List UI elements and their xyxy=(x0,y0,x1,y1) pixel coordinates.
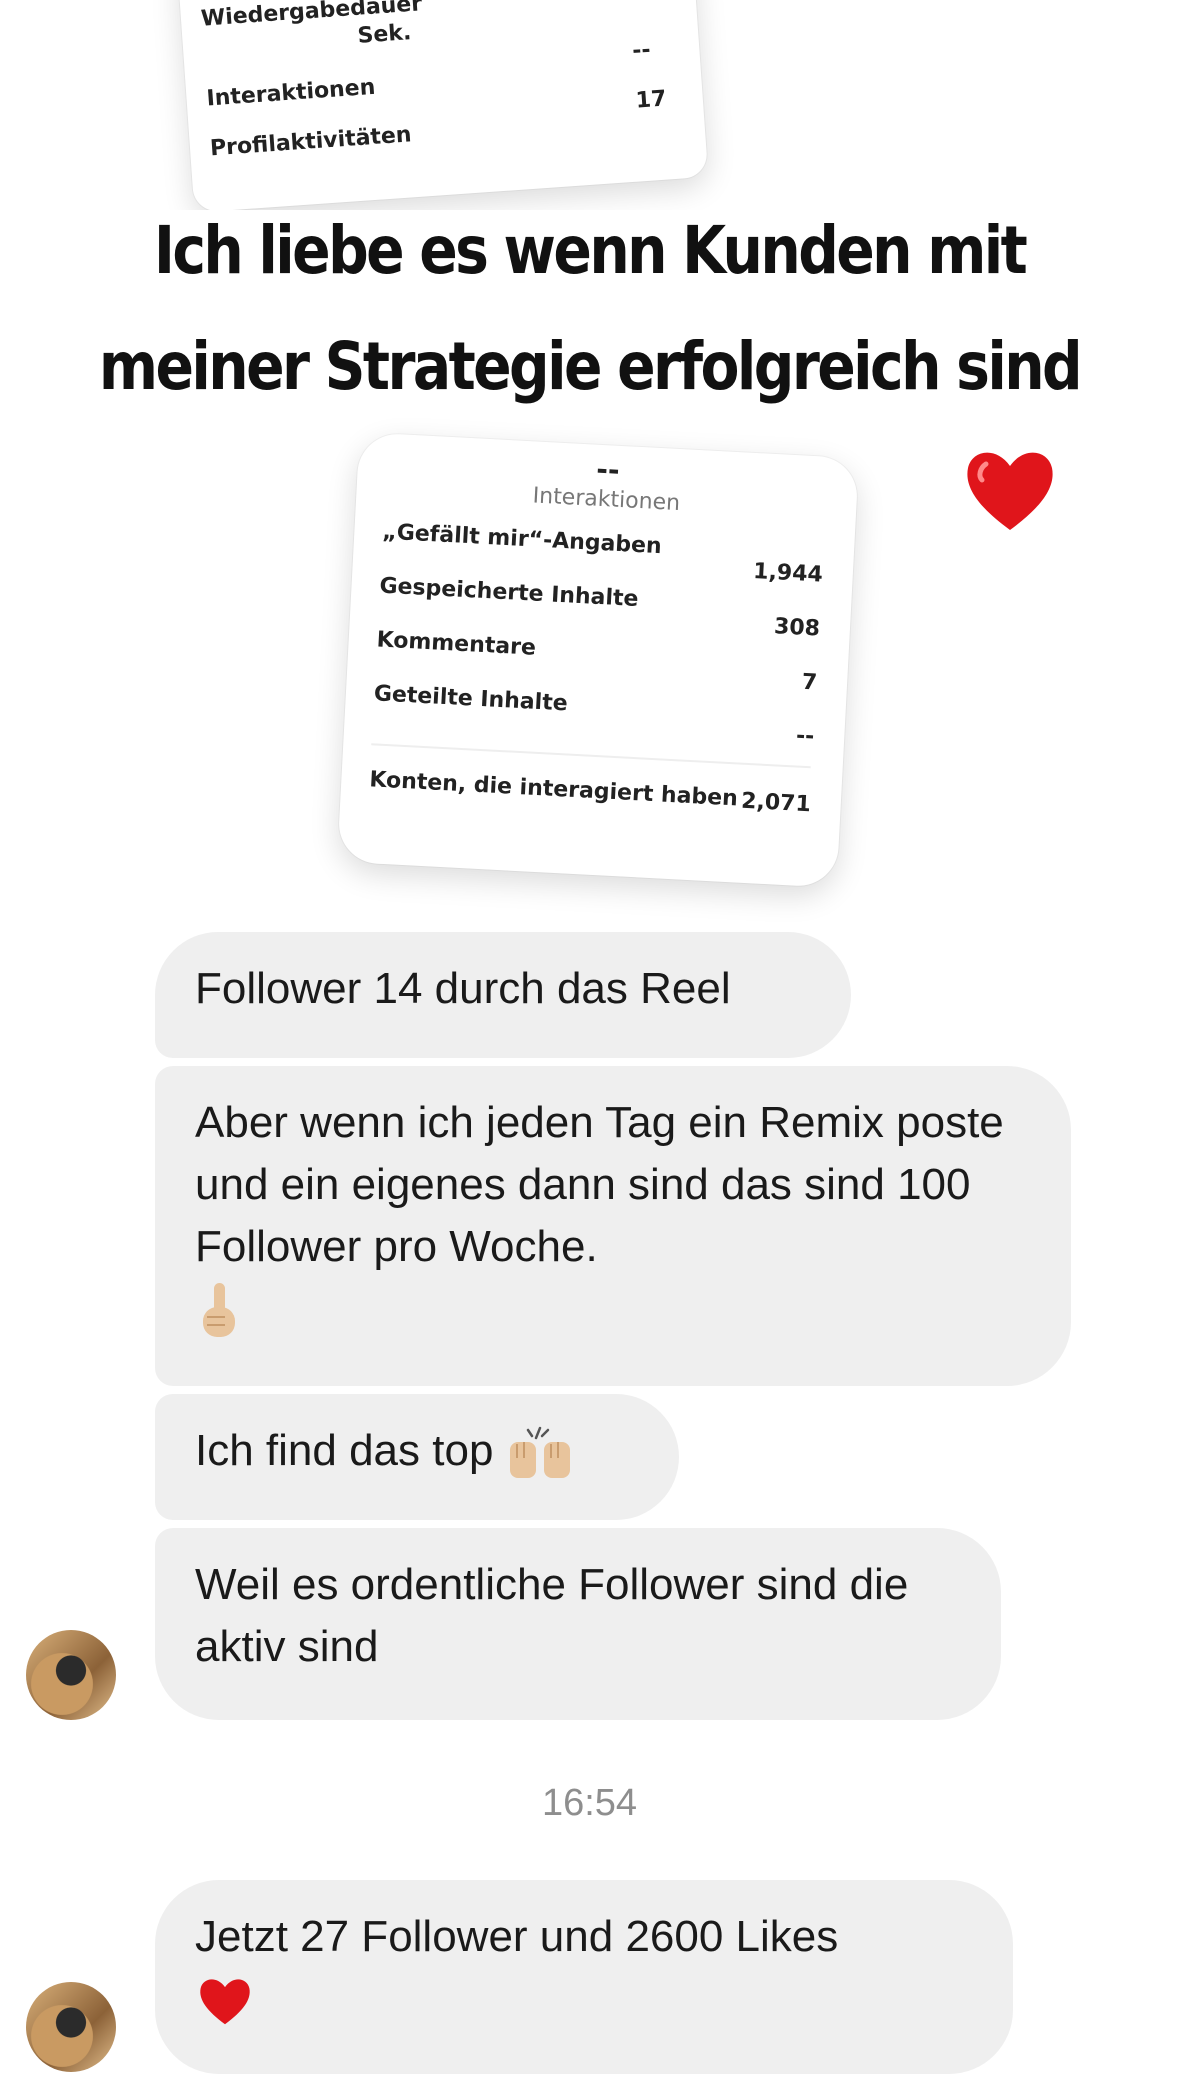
stats-row-label: Profilaktivitäten xyxy=(209,122,413,162)
pointing-up-emoji xyxy=(203,1283,235,1338)
stats-row-value: 17 xyxy=(634,86,668,114)
message-text: Follower 14 durch das Reel xyxy=(195,964,731,1013)
stats-row-value: Sek. xyxy=(356,20,413,49)
stats-row-label: Kommentare xyxy=(376,627,537,661)
message-bubble[interactable]: Aber wenn ich jeden Tag ein Remix poste … xyxy=(155,1066,1071,1386)
message-text: Jetzt 27 Follower und 2600 Likes xyxy=(195,1912,839,1961)
stats-row-value: 308 xyxy=(773,614,821,642)
stats-row-value: 7 xyxy=(801,669,818,696)
message-bubble[interactable]: Jetzt 27 Follower und 2600 Likes xyxy=(155,1880,1013,2074)
stats-row-value: -- xyxy=(631,37,652,64)
message-bubble[interactable]: Follower 14 durch das Reel xyxy=(155,932,851,1058)
headline-line-2: meiner Strategie erfolgreich sind xyxy=(86,326,1093,407)
red-heart-emoji xyxy=(200,1979,250,2025)
summary-value: 2,071 xyxy=(740,788,812,818)
avatar[interactable] xyxy=(26,1982,116,2072)
stats-row-label: Geteilte Inhalte xyxy=(373,681,569,717)
stats-row-value: -- xyxy=(795,723,815,750)
message-text: Weil es ordentliche Follower sind die ak… xyxy=(195,1560,909,1671)
stats-row-value: 1,944 xyxy=(752,559,824,588)
message-bubble[interactable]: Ich find das top xyxy=(155,1394,679,1520)
message-text: Aber wenn ich jeden Tag ein Remix poste … xyxy=(195,1098,1004,1271)
summary-label: Konten, die interagiert haben xyxy=(368,767,739,812)
divider xyxy=(371,743,811,769)
stats-row-label: „Gefällt mir“-Angaben xyxy=(381,519,663,560)
stats-card-top: Wiedergabedauer Sek. Interaktionen -- Pr… xyxy=(176,0,709,213)
message-text: Ich find das top xyxy=(195,1426,494,1475)
message-timestamp: 16:54 xyxy=(541,1782,638,1824)
red-heart-icon xyxy=(967,452,1053,530)
message-bubble[interactable]: Weil es ordentliche Follower sind die ak… xyxy=(155,1528,1001,1720)
avatar[interactable] xyxy=(26,1630,116,1720)
story-headline: Ich liebe es wenn Kunden mit meiner Stra… xyxy=(0,210,1179,450)
raised-hands-emoji xyxy=(509,1427,570,1479)
interactions-card: -- Interaktionen „Gefällt mir“-Angaben 1… xyxy=(337,432,859,888)
headline-line-1: Ich liebe es wenn Kunden mit xyxy=(141,210,1038,291)
stats-row-label: Gespeicherte Inhalte xyxy=(378,573,640,613)
stats-row-label: Interaktionen xyxy=(205,74,377,112)
